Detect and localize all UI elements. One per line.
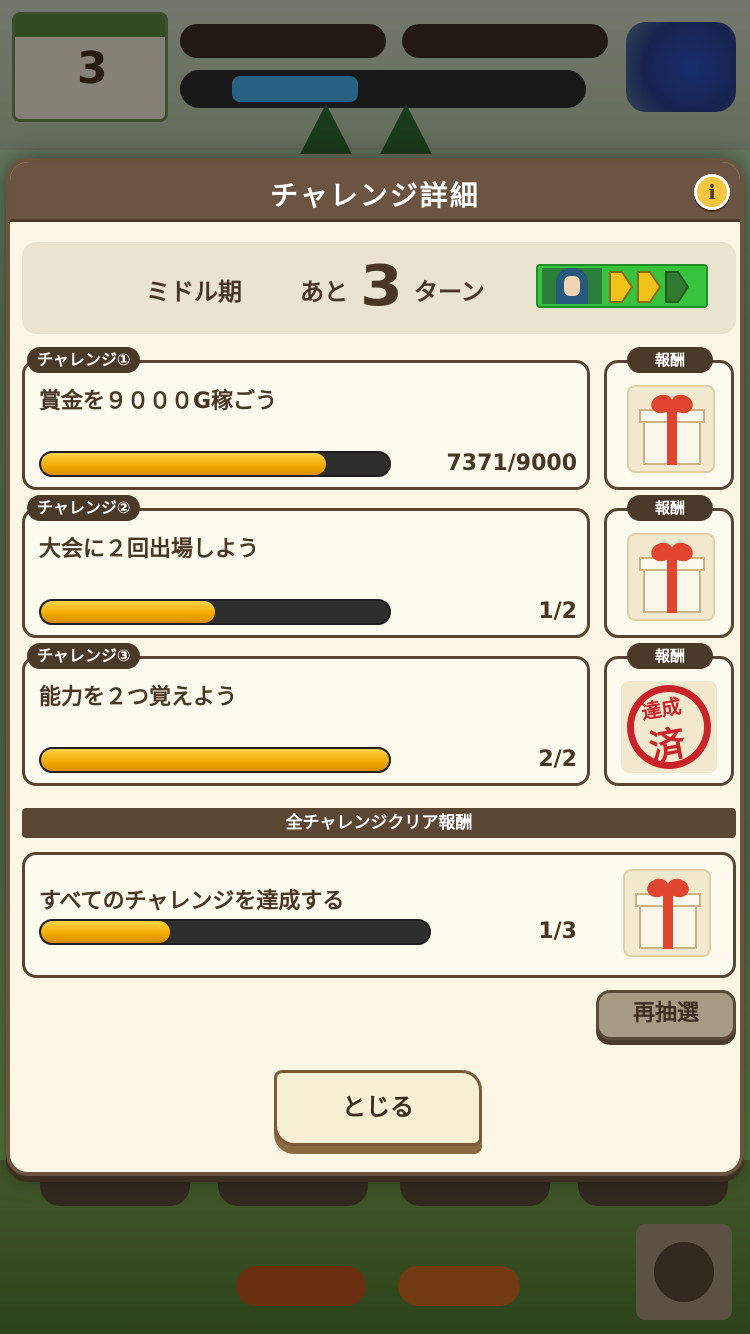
all-clear-progress-text: 1/3 [538, 919, 577, 944]
background-turn-box: 3 [12, 12, 168, 122]
background-mascot-icon [626, 22, 736, 112]
reward-panel-1[interactable]: 報酬 [604, 347, 734, 490]
background-fans-pill [402, 24, 608, 58]
modal-header: チャレンジ詳細 i [10, 162, 740, 222]
remaining-turns-number: 3 [360, 254, 403, 319]
remaining-suffix: ターン [414, 278, 485, 306]
reward-panel-3[interactable]: 報酬 達成 済 [604, 643, 734, 786]
remaining-prefix: あと [300, 278, 348, 306]
close-button[interactable]: とじる [274, 1070, 482, 1146]
challenge-progress-fill [41, 749, 389, 771]
character-portrait-icon [542, 268, 602, 304]
reward-panel-2[interactable]: 報酬 [604, 495, 734, 638]
info-icon[interactable]: i [694, 174, 730, 210]
challenge-progress-bar [39, 451, 391, 477]
period-label: ミドル期 [146, 278, 242, 306]
reward-label: 報酬 [627, 347, 713, 373]
background-button [398, 1266, 520, 1306]
reward-label: 報酬 [627, 643, 713, 669]
all-clear-progress-fill [41, 921, 171, 943]
background-tree-icon [380, 104, 432, 154]
background-money-pill [180, 24, 386, 58]
reward-label: 報酬 [627, 495, 713, 521]
challenge-title: 大会に２回出場しよう [39, 537, 260, 562]
background-tree-icon [300, 104, 352, 154]
challenge-progress-text: 2/2 [538, 747, 577, 772]
challenge-detail-modal: チャレンジ詳細 i ミドル期 あと 3 ターン チャレンジ① 賞金を９０００G稼… [6, 158, 744, 1176]
background-stamina-bar [180, 70, 586, 108]
background-menu-icon [636, 1224, 732, 1320]
challenge-tag: チャレンジ① [27, 347, 141, 373]
challenge-title: 能力を２つ覚えよう [39, 685, 238, 710]
challenge-progress-fill [41, 453, 326, 475]
all-clear-title: すべてのチャレンジを達成する [39, 889, 345, 914]
challenge-card-1: チャレンジ① 賞金を９０００G稼ごう 7371/9000 [22, 347, 590, 490]
all-clear-card: すべてのチャレンジを達成する 1/3 [22, 852, 736, 978]
challenge-tag: チャレンジ② [27, 495, 141, 521]
challenge-progress-text: 7371/9000 [446, 451, 578, 476]
achieved-stamp-icon: 達成 済 [620, 678, 718, 776]
challenge-progress-text: 1/2 [538, 599, 577, 624]
stage-arrow-icon [609, 271, 634, 303]
period-progress-chip [536, 264, 708, 308]
challenge-progress-bar [39, 747, 391, 773]
challenge-progress-fill [41, 601, 215, 623]
stage-arrow-icon [637, 271, 662, 303]
modal-title: チャレンジ詳細 [270, 179, 480, 212]
challenge-card-3: チャレンジ③ 能力を２つ覚えよう 2/2 [22, 643, 590, 786]
gift-icon [627, 533, 715, 621]
all-clear-reward-header: 全チャレンジクリア報酬 [22, 808, 736, 838]
challenge-progress-bar [39, 599, 391, 625]
stage-arrow-icon [665, 271, 690, 303]
challenge-card-2: チャレンジ② 大会に２回出場しよう 1/2 [22, 495, 590, 638]
redraw-button[interactable]: 再抽選 [596, 990, 736, 1040]
challenge-tag: チャレンジ③ [27, 643, 141, 669]
background-button [236, 1266, 366, 1306]
gift-icon [627, 385, 715, 473]
challenge-title: 賞金を９０００G稼ごう [39, 389, 278, 414]
all-clear-progress-bar [39, 919, 431, 945]
turn-banner: ミドル期 あと 3 ターン [22, 242, 736, 334]
gift-icon[interactable] [623, 869, 711, 957]
